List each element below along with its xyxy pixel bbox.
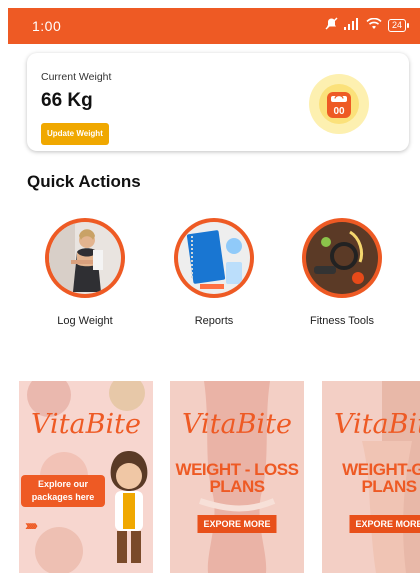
status-time: 1:00 — [32, 18, 62, 34]
quick-actions-title: Quick Actions — [27, 172, 141, 191]
current-weight-value: 66 Kg — [41, 90, 93, 111]
status-icons: 24 — [325, 17, 410, 33]
promo-carousel[interactable]: VitaBite Explore our packages here ›››››… — [8, 381, 420, 577]
battery-indicator: 24 — [387, 18, 410, 32]
explore-more-button[interactable]: EXPORE MORE — [349, 515, 420, 533]
fitness-tools-label: Fitness Tools — [310, 315, 374, 327]
app-screen: 1:00 24 Current Weight 66 Kg Update Weig… — [8, 8, 420, 582]
banner-headline: WEIGHT - LOSS PLANS — [175, 460, 299, 496]
fitness-tools-action[interactable]: Fitness Tools — [292, 218, 392, 327]
explore-more-button[interactable]: EXPORE MORE — [197, 515, 277, 533]
banner-brand-logo: VitaBite — [182, 409, 292, 440]
current-weight-card: Current Weight 66 Kg Update Weight 00 — [27, 53, 409, 151]
log-weight-label: Log Weight — [57, 315, 113, 327]
scale-display: 00 — [333, 106, 345, 117]
weighing-scale-icon: 00 — [327, 92, 351, 118]
reports-image — [178, 222, 250, 294]
signal-icon — [343, 17, 360, 33]
reports-action[interactable]: Reports — [164, 218, 264, 327]
arrows-decoration: ››››› — [25, 517, 38, 534]
banner-brand-logo: VitaBite — [31, 409, 141, 440]
promo-banner-weight-gain[interactable]: VitaBite WEIGHT-GA PLANS EXPORE MORE — [322, 381, 420, 573]
banner-brand-logo: VitaBite — [334, 409, 420, 440]
update-weight-button[interactable]: Update Weight — [41, 123, 109, 145]
log-weight-image — [49, 222, 121, 294]
log-weight-action[interactable]: Log Weight — [35, 218, 135, 327]
status-bar: 1:00 24 — [8, 8, 420, 44]
quick-actions-row: Log Weight Reports Fitness Tools — [8, 218, 420, 338]
explore-packages-cta[interactable]: Explore our packages here — [21, 475, 105, 507]
mute-icon — [325, 17, 338, 33]
current-weight-label: Current Weight — [41, 71, 112, 83]
wifi-icon — [366, 17, 382, 33]
reports-label: Reports — [194, 315, 234, 327]
scale-badge: 00 — [309, 74, 369, 134]
promo-banner-weight-loss[interactable]: VitaBite WEIGHT - LOSS PLANS EXPORE MORE — [170, 381, 304, 573]
fitness-tools-image — [306, 222, 378, 294]
banner-headline: WEIGHT-GA PLANS — [342, 460, 420, 496]
promo-banner-packages[interactable]: VitaBite Explore our packages here ››››› — [19, 381, 153, 573]
